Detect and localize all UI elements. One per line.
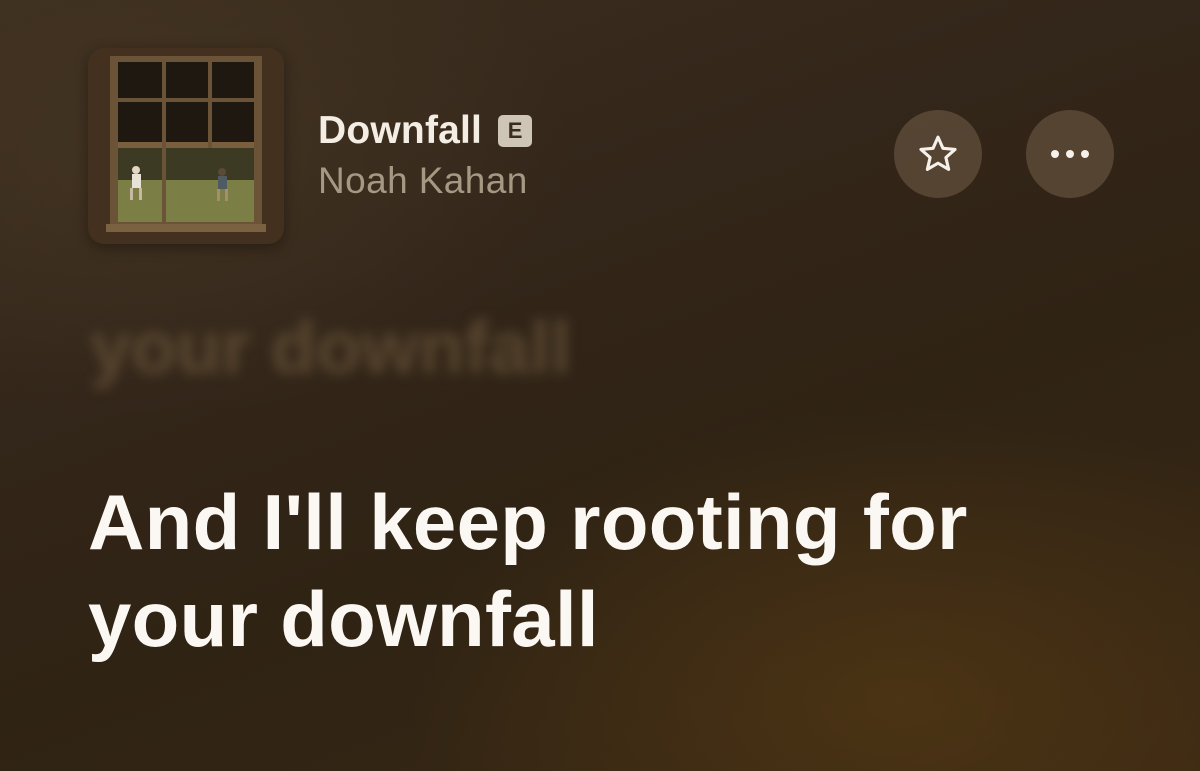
lyric-current-part-2: your downfall bbox=[88, 575, 599, 663]
star-outline-icon bbox=[919, 135, 957, 171]
artist-name[interactable]: Noah Kahan bbox=[318, 160, 532, 202]
album-artwork[interactable] bbox=[88, 48, 284, 244]
ellipsis-icon bbox=[1051, 150, 1089, 158]
title-row: Downfall E bbox=[318, 108, 533, 154]
lyric-current-part-1: And I'll keep rooting for bbox=[88, 478, 968, 566]
lyric-line-current[interactable]: And I'll keep rooting for your downfall bbox=[88, 474, 1148, 668]
explicit-badge: E bbox=[498, 115, 533, 147]
favorite-button[interactable] bbox=[894, 110, 982, 198]
track-title: Downfall bbox=[318, 109, 483, 152]
lyric-line-previous[interactable]: your downfall bbox=[90, 305, 1090, 390]
more-options-button[interactable] bbox=[1026, 110, 1114, 198]
album-artwork-image bbox=[88, 48, 284, 244]
now-playing-header: Downfall E Noah Kahan bbox=[88, 48, 1128, 244]
track-info[interactable]: Downfall E Noah Kahan bbox=[318, 108, 533, 202]
